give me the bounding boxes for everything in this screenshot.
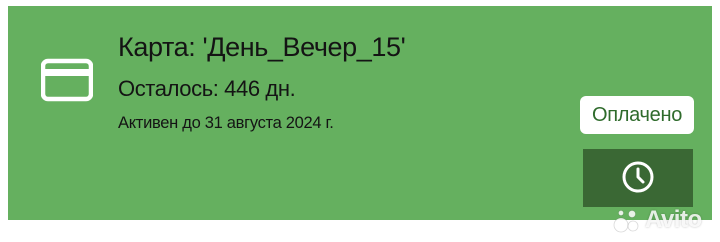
subscription-card: Карта: 'День_Вечер_15' Осталось: 446 дн.… [8,6,712,220]
active-until-date: Активен до 31 августа 2024 г. [118,114,334,132]
card-title: Карта: 'День_Вечер_15' [118,32,406,62]
clock-icon [620,159,656,198]
status-badge: Оплачено [580,96,694,134]
avito-watermark: Avito [612,202,720,238]
watermark-text: Avito [645,206,702,233]
history-button[interactable] [583,149,693,207]
days-remaining: Осталось: 446 дн. [118,76,296,101]
credit-card-icon [40,58,94,102]
avito-logo-icon [612,205,642,235]
